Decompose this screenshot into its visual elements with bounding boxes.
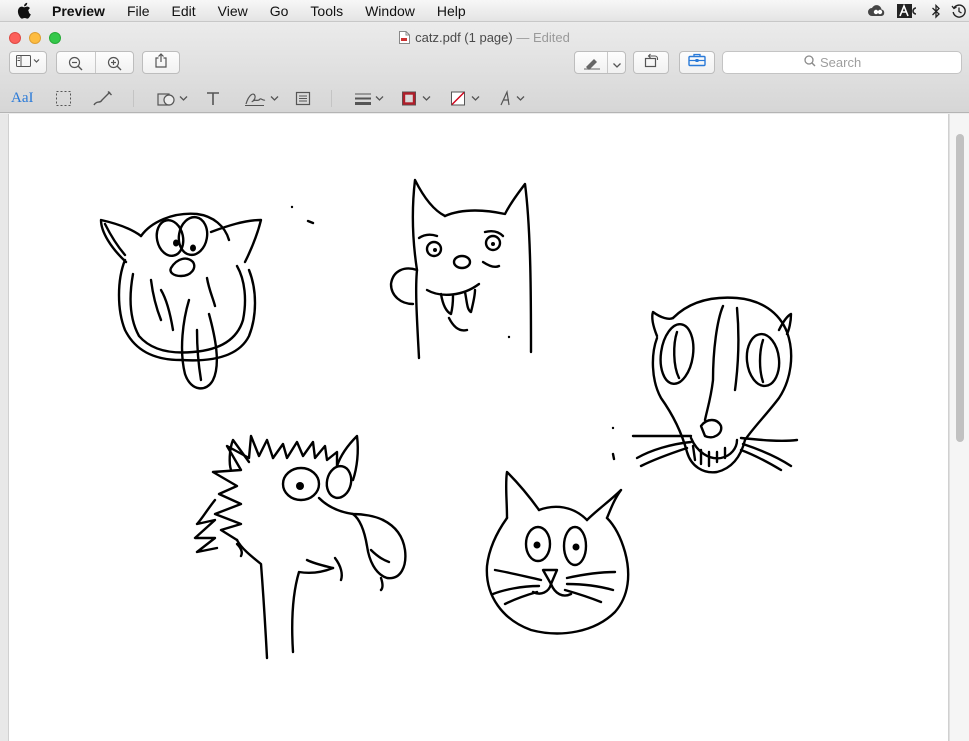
menu-view[interactable]: View — [218, 0, 248, 22]
sidebar-button[interactable] — [9, 51, 47, 74]
menu-window[interactable]: Window — [365, 0, 415, 22]
signature-icon[interactable] — [244, 87, 280, 109]
share-button[interactable] — [142, 51, 180, 74]
text-selection-tool[interactable]: AaI — [11, 87, 34, 109]
cat-drawings — [99, 178, 799, 660]
text-selection-label: AaI — [11, 89, 34, 106]
sketch-icon[interactable] — [93, 87, 113, 109]
menu-go[interactable]: Go — [270, 0, 289, 22]
rotate-button[interactable] — [633, 51, 669, 74]
cat-tongue-out — [99, 205, 315, 390]
markup-pen-icon[interactable] — [584, 56, 601, 75]
document-view — [0, 114, 969, 741]
adobe-icon[interactable] — [897, 4, 921, 18]
toolbox-icon — [688, 53, 706, 72]
menu-bar: Preview File Edit View Go Tools Window H… — [0, 0, 969, 22]
bluetooth-icon[interactable] — [931, 3, 941, 19]
document-filename: catz.pdf (1 page) — [415, 30, 513, 45]
note-icon[interactable] — [295, 87, 311, 109]
shapes-icon[interactable] — [157, 87, 189, 109]
line-style-icon[interactable] — [354, 87, 386, 109]
zoom-out-icon[interactable] — [68, 56, 84, 76]
status-menu-icons — [867, 0, 969, 22]
cat-tall-fanged — [389, 178, 533, 360]
text-icon[interactable] — [205, 87, 221, 109]
menu-tools[interactable]: Tools — [310, 0, 343, 22]
segment-divider — [95, 52, 96, 73]
preview-window: catz.pdf (1 page) — Edited Search AaI — [0, 23, 969, 741]
title-separator: — — [516, 30, 530, 45]
search-field[interactable] — [722, 51, 962, 74]
zoom-in-icon[interactable] — [107, 56, 123, 76]
menu-help[interactable]: Help — [437, 0, 466, 22]
title-bar: catz.pdf (1 page) — Edited Search AaI — [0, 23, 969, 113]
apple-icon[interactable] — [16, 2, 34, 20]
markup-pen-control — [574, 51, 626, 74]
pdf-page — [8, 114, 949, 741]
sidebar-icon — [16, 54, 40, 72]
menu-file[interactable]: File — [127, 0, 150, 22]
menu-preview[interactable]: Preview — [52, 0, 105, 22]
pdf-document-icon — [399, 31, 411, 44]
menu-edit[interactable]: Edit — [172, 0, 196, 22]
border-color-icon[interactable] — [401, 87, 433, 109]
creative-cloud-icon[interactable] — [867, 4, 887, 18]
markup-toolbar: AaI — [0, 83, 969, 113]
time-machine-icon[interactable] — [951, 3, 967, 19]
segment-divider — [607, 52, 608, 73]
rotate-icon — [643, 53, 660, 73]
toolbar-separator — [133, 90, 134, 107]
fill-color-icon[interactable] — [450, 87, 482, 109]
search-input[interactable] — [820, 55, 880, 70]
rect-selection-icon[interactable] — [55, 87, 72, 109]
share-icon — [155, 52, 167, 73]
toolbar-separator — [331, 90, 332, 107]
font-icon[interactable] — [498, 87, 530, 109]
cat-round-simple — [485, 470, 630, 635]
scrollbar-thumb[interactable] — [956, 134, 964, 442]
window-title: catz.pdf (1 page) — Edited — [0, 30, 969, 45]
cat-scruffy — [193, 434, 407, 660]
zoom-segmented-control — [56, 51, 134, 74]
vertical-scrollbar[interactable] — [949, 114, 969, 741]
chevron-down-icon[interactable] — [612, 57, 622, 75]
markup-toolbar-button[interactable] — [679, 51, 715, 74]
edited-status: Edited — [532, 30, 570, 45]
search-icon — [804, 55, 816, 70]
cat-skull-whiskers — [611, 296, 799, 474]
